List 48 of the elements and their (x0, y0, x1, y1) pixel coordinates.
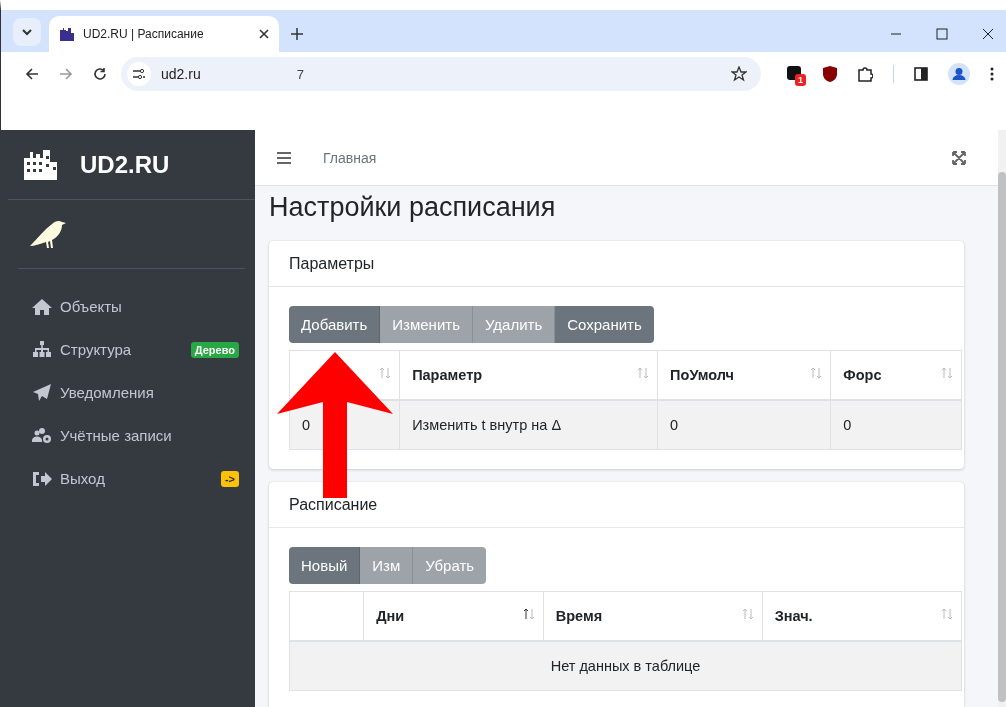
home-icon (32, 297, 52, 316)
table-cell: 0 (657, 400, 831, 450)
sidebar-item[interactable]: Объекты (32, 285, 239, 328)
back-icon[interactable] (25, 67, 39, 81)
home-link[interactable]: Главная (323, 149, 377, 166)
sitemap-icon (32, 340, 52, 359)
building-icon (24, 149, 60, 180)
table-cell: 0 (830, 400, 962, 450)
empty-table-message: Нет данных в таблице (289, 641, 962, 691)
forward-icon[interactable] (59, 67, 73, 81)
close-icon[interactable] (259, 29, 269, 39)
badge: Дерево (190, 341, 239, 358)
close-icon[interactable] (982, 28, 994, 40)
sidebar-item[interactable]: Выход -> (32, 457, 239, 500)
side-panel-icon[interactable] (914, 67, 928, 81)
building-icon (59, 27, 75, 41)
sidebar-item[interactable]: Структура Дерево (32, 328, 239, 371)
card-title: Параметры (289, 254, 375, 273)
shield-icon[interactable] (823, 66, 837, 82)
sidebar-item[interactable]: Уведомления (32, 371, 239, 414)
toolbar-button[interactable]: Новый (289, 547, 361, 584)
new-tab-icon[interactable] (291, 28, 303, 40)
maximize-icon[interactable] (936, 28, 948, 40)
card-title: Расписание (289, 495, 378, 514)
exit-icon (32, 469, 52, 488)
puzzle-icon[interactable] (857, 66, 873, 82)
caret-icon (22, 28, 32, 36)
sort-icon[interactable] (522, 608, 535, 620)
menu-icon[interactable] (990, 67, 994, 81)
brand-name[interactable]: UD2.RU (80, 150, 170, 179)
toolbar-button[interactable]: Сохранить (555, 306, 654, 343)
tab-search-button[interactable] (13, 18, 41, 46)
address-bar[interactable]: ud2.ru 7 (121, 57, 761, 91)
toolbar-button[interactable]: Добавить (289, 306, 381, 343)
browser-tab[interactable]: UD2.RU | Расписание (49, 16, 279, 52)
site-settings-icon[interactable] (127, 62, 151, 86)
table-cell: Изменить t внутр на Δ (399, 400, 658, 450)
users-icon (32, 426, 52, 445)
fullscreen-icon[interactable] (952, 150, 966, 165)
scrollbar[interactable] (998, 130, 1006, 707)
badge: -> (220, 470, 239, 487)
bookmark-star-icon[interactable] (731, 66, 747, 82)
profile-icon[interactable] (948, 63, 970, 85)
sidebar-item[interactable]: Учётные записи (32, 414, 239, 457)
page-title: Настройки расписания (269, 191, 557, 224)
reload-icon[interactable] (93, 67, 107, 81)
plane-icon (32, 383, 52, 402)
notification-badge: 1 (795, 74, 806, 86)
